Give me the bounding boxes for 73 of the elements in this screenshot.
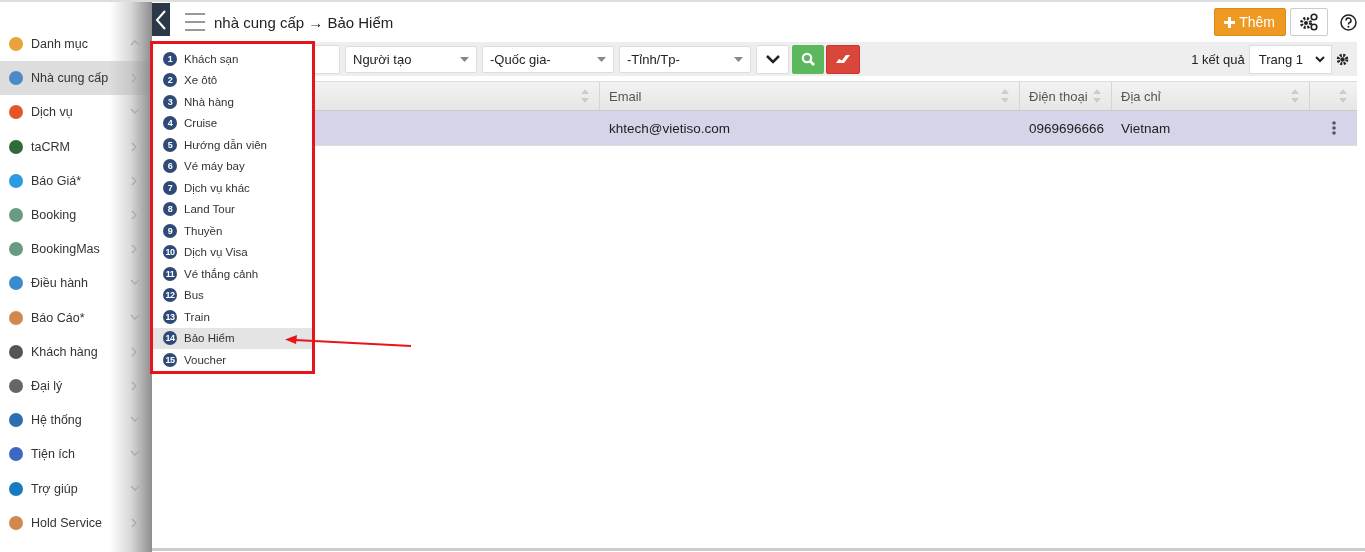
plus-icon	[1224, 16, 1236, 28]
number-badge: 14	[163, 331, 177, 346]
number-badge: 12	[163, 288, 177, 303]
menu-item[interactable]: 1 Khách sạn	[153, 48, 312, 70]
number-badge: 1	[163, 51, 177, 66]
page-select[interactable]: Trang 1	[1248, 44, 1332, 74]
column-header[interactable]: Điện thoại	[1020, 82, 1112, 110]
sidebar-item[interactable]: BookingMas	[0, 232, 152, 267]
number-badge: 10	[163, 245, 177, 260]
number-badge: 13	[163, 309, 177, 324]
result-count: 1 kết quả	[1191, 51, 1245, 67]
menu-item[interactable]: 7 Dịch vụ khác	[153, 177, 312, 199]
chevron-icon	[765, 54, 780, 64]
page-title: nhà cung cấp → Bảo Hiểm	[214, 13, 394, 31]
settings-button[interactable]	[1290, 8, 1328, 36]
table-cell-text: khtech@vietiso.com	[608, 119, 731, 138]
help-icon[interactable]	[1340, 13, 1357, 31]
sidebar-item[interactable]: Khách hàng	[0, 334, 152, 369]
sidebar-item[interactable]: Hệ thống	[0, 403, 152, 438]
gears-icon	[1299, 13, 1319, 31]
menu-item[interactable]: 12 Bus	[153, 284, 312, 306]
sidebar-item[interactable]: Trợ giúp	[0, 471, 152, 506]
sidebar-item[interactable]: Báo Cáo*	[0, 300, 152, 335]
number-badge: 9	[163, 223, 177, 238]
sidebar-item[interactable]: Tiện ích	[0, 437, 152, 472]
sidebar-item[interactable]: Hold Service	[0, 505, 152, 540]
number-badge: 11	[163, 266, 177, 281]
number-badge: 3	[163, 94, 177, 109]
caret-icon	[734, 56, 743, 62]
menu-item[interactable]: 13 Train	[153, 306, 312, 328]
sidebar-item[interactable]: Booking	[0, 197, 152, 233]
menu-item[interactable]: 2 Xe ôtô	[153, 69, 312, 91]
number-badge: 8	[163, 202, 177, 217]
sidebar-item[interactable]: Điều hành	[0, 266, 152, 301]
sidebar-item[interactable]: taCRM	[0, 129, 152, 164]
search-icon	[801, 52, 815, 66]
expand-button[interactable]	[756, 44, 789, 74]
menu-item[interactable]: 15 Voucher	[153, 349, 312, 371]
number-badge: 5	[163, 137, 177, 152]
menu-item[interactable]: 4 Cruise	[153, 112, 312, 134]
settings-icon[interactable]	[1336, 52, 1349, 66]
menu-item[interactable]: 10 Dịch vụ Visa	[153, 241, 312, 263]
menu-icon[interactable]	[185, 13, 205, 31]
sidebar-item[interactable]: Đại lý	[0, 368, 152, 404]
number-badge: 4	[163, 116, 177, 131]
number-badge: 15	[163, 352, 177, 367]
clear-button[interactable]	[826, 44, 860, 74]
menu-item[interactable]: 8 Land Tour	[153, 198, 312, 220]
column-header[interactable]: Email	[600, 82, 1020, 110]
table-cell-text: 0969696666	[1028, 119, 1106, 138]
caret-icon	[597, 56, 606, 62]
menu-item[interactable]: 14 Bảo Hiểm	[153, 327, 312, 349]
number-badge: 2	[163, 73, 177, 88]
sidebar-item[interactable]: Danh mục	[0, 27, 152, 62]
menu-item[interactable]: 11 Vé thắng cảnh	[153, 263, 312, 285]
number-badge: 6	[163, 159, 177, 174]
caret-icon	[1315, 55, 1325, 63]
caret-icon	[460, 56, 469, 62]
column-header[interactable]: Địa chỉ	[1112, 82, 1310, 110]
filter-select[interactable]: Người tạo	[345, 45, 477, 73]
menu-item[interactable]: 9 Thuyền	[153, 220, 312, 242]
menu-item[interactable]: 6 Vé máy bay	[153, 155, 312, 177]
sidebar-item[interactable]: Dịch vụ	[0, 95, 152, 130]
filter-select[interactable]: -Tỉnh/Tp-	[619, 45, 751, 73]
back-button[interactable]	[152, 3, 170, 36]
number-badge: 7	[163, 180, 177, 195]
table-cell-text: Vietnam	[1120, 119, 1172, 138]
more-icon[interactable]	[1331, 121, 1336, 135]
filter-select[interactable]: -Quốc gia-	[482, 45, 614, 73]
eraser-icon	[835, 54, 851, 64]
menu-item[interactable]: 3 Nhà hàng	[153, 91, 312, 113]
sidebar-item[interactable]: Báo Giá*	[0, 163, 152, 198]
back-icon	[155, 8, 167, 31]
